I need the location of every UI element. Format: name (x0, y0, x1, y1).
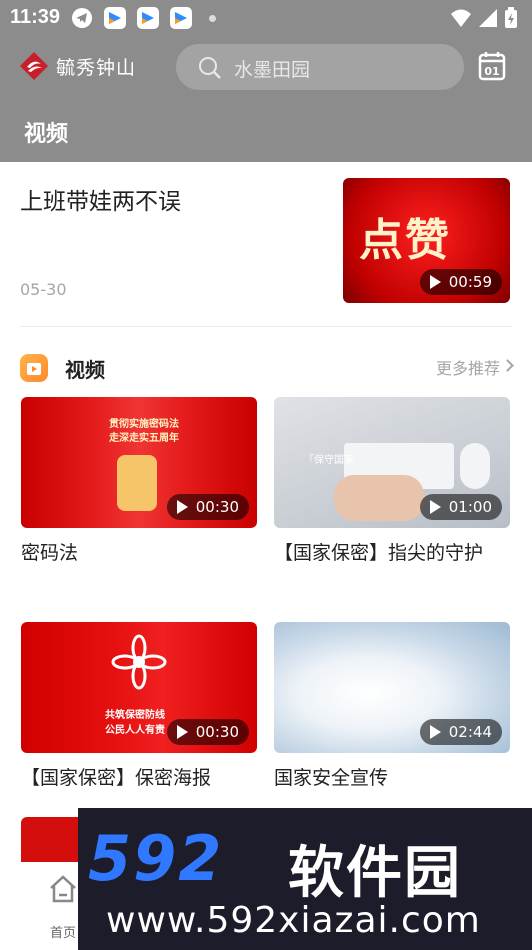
play-icon (176, 725, 188, 739)
thumbnail-caption: 点赞 (359, 215, 451, 266)
play-icon (429, 725, 441, 739)
more-recommendations-link[interactable]: 更多推荐 (436, 355, 500, 379)
logo-text: 毓秀钟山 (56, 56, 137, 79)
flower-emblem-icon (111, 634, 167, 690)
svg-text:01: 01 (484, 65, 499, 78)
chevron-right-icon[interactable] (501, 359, 514, 372)
calendar-icon[interactable]: 01 (478, 51, 506, 81)
wifi-icon (451, 9, 471, 27)
hands-graphic (334, 475, 424, 521)
app-logo: 毓秀钟山 (18, 50, 136, 82)
status-bar: 11:39 (0, 0, 532, 36)
thumbnail-caption: 公民人人有责 (105, 725, 165, 736)
thumbnail-caption: 贯彻实施密码法 (109, 419, 179, 430)
telegram-icon (72, 8, 92, 28)
watermark-url: www.592xiazai.com (106, 900, 481, 941)
section-header: 视频 更多推荐 (0, 348, 532, 388)
duration-text: 00:30 (195, 498, 239, 516)
app-notification-icon (137, 7, 159, 29)
video-section-icon (20, 354, 48, 382)
search-input-placeholder[interactable]: 水墨田园 (234, 55, 310, 82)
thumbnail-caption: 共筑保密防线 (105, 710, 165, 721)
duration-badge: 01:00 (419, 494, 502, 520)
video-thumbnail[interactable]: 共筑保密防线 公民人人有责 00:30 (21, 622, 257, 753)
page-title: 视频 (24, 122, 69, 147)
duration-text: 01:00 (448, 498, 492, 516)
video-title[interactable]: 【国家保密】保密海报 (21, 763, 257, 793)
video-thumbnail[interactable]: 「保守国家 01:00 (274, 397, 510, 528)
signal-icon (479, 9, 497, 27)
duration-badge: 00:30 (166, 719, 249, 745)
play-icon (176, 500, 188, 514)
app-header: 毓秀钟山 水墨田园 01 (0, 38, 532, 98)
more-notifications-dot (209, 15, 216, 22)
thumbnail-caption: 「保守国家 (304, 455, 354, 466)
home-icon[interactable] (48, 874, 78, 904)
play-icon (429, 500, 441, 514)
video-title[interactable]: 国家安全宣传 (274, 763, 510, 793)
tab-home-label[interactable]: 首页 (50, 922, 76, 941)
video-title: 上班带娃两不误 (20, 189, 181, 215)
watermark-brand-digits: 592 (88, 822, 224, 895)
duration-badge: 02:44 (419, 719, 502, 745)
logo-icon (20, 52, 48, 80)
thumbnail-caption: 走深走实五周年 (109, 433, 179, 444)
video-title[interactable]: 密码法 (21, 538, 257, 568)
status-time: 11:39 (10, 6, 61, 28)
search-bar[interactable]: 水墨田园 (176, 44, 464, 90)
duration-text: 02:44 (448, 723, 492, 741)
video-thumbnail[interactable]: 02:44 (274, 622, 510, 753)
section-title: 视频 (65, 358, 105, 382)
mouse-graphic (460, 443, 490, 489)
video-date: 05-30 (20, 280, 67, 299)
duration-badge: 00:30 (166, 494, 249, 520)
video-title[interactable]: 【国家保密】指尖的守护 (274, 538, 510, 568)
search-icon (199, 57, 221, 79)
duration-badge: 00:59 (419, 269, 502, 295)
thumbnail-graphic (117, 455, 157, 511)
battery-icon (505, 7, 517, 28)
app-notification-icon (170, 7, 192, 29)
duration-text: 00:30 (195, 723, 239, 741)
play-icon (429, 275, 441, 289)
top-header: 11:39 毓秀钟山 水墨田园 01 视频 (0, 0, 532, 162)
duration-text: 00:59 (448, 273, 492, 291)
divider (20, 326, 512, 327)
app-notification-icon (104, 7, 126, 29)
video-list-item[interactable]: 上班带娃两不误 05-30 点赞 00:59 (0, 162, 532, 326)
video-thumbnail[interactable]: 贯彻实施密码法 走深走实五周年 00:30 (21, 397, 257, 528)
watermark-brand-text: 软件园 (288, 841, 462, 906)
watermark: 592 软件园 www.592xiazai.com (78, 808, 532, 950)
video-thumbnail[interactable]: 点赞 00:59 (343, 178, 510, 303)
